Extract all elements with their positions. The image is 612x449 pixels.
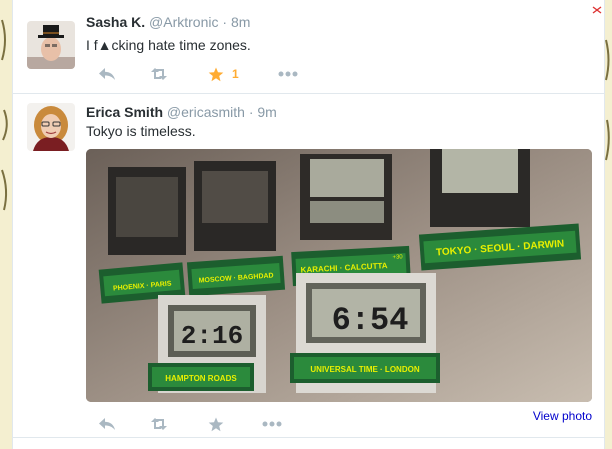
avatar-image bbox=[27, 21, 75, 69]
tweet-photo[interactable]: PHOENIX · PARIS MOSCOW · BAGHDAD KARACHI… bbox=[86, 149, 592, 402]
reply-icon bbox=[99, 418, 115, 430]
avatar[interactable] bbox=[27, 21, 75, 69]
separator: · bbox=[248, 104, 254, 120]
clocks-photo: PHOENIX · PARIS MOSCOW · BAGHDAD KARACHI… bbox=[86, 149, 592, 402]
retweet-icon bbox=[151, 68, 167, 80]
timestamp[interactable]: 8m bbox=[231, 14, 250, 30]
favorite-icon bbox=[208, 417, 224, 431]
user-handle[interactable]: @ericasmith bbox=[167, 104, 245, 120]
clock-reading-right: 6:54 bbox=[332, 302, 409, 339]
favorite-button[interactable] bbox=[208, 414, 224, 434]
clock-reading-left: 2:16 bbox=[181, 321, 243, 351]
more-icon bbox=[262, 421, 282, 427]
tweet[interactable]: Sasha K. @Arktronic · 8m I f▲cking hate … bbox=[13, 0, 604, 94]
reply-icon bbox=[99, 68, 115, 80]
view-photo-link[interactable]: View photo bbox=[533, 409, 592, 423]
tweet-header: Sasha K. @Arktronic · 8m bbox=[86, 14, 250, 30]
timeline: Sasha K. @Arktronic · 8m I f▲cking hate … bbox=[12, 0, 605, 449]
retweet-icon bbox=[151, 418, 167, 430]
more-button[interactable] bbox=[278, 64, 298, 84]
reply-button[interactable] bbox=[98, 64, 116, 84]
favorite-button[interactable]: 1 bbox=[208, 64, 239, 84]
tweet-text: I f▲cking hate time zones. bbox=[86, 37, 251, 53]
tweet[interactable]: Erica Smith @ericasmith · 9m Tokyo is ti… bbox=[13, 94, 604, 438]
favorite-count: 1 bbox=[232, 67, 239, 81]
avatar-image bbox=[27, 103, 75, 151]
retweet-button[interactable] bbox=[150, 414, 172, 434]
timestamp[interactable]: 9m bbox=[257, 104, 276, 120]
label-universal-time-london: UNIVERSAL TIME · LONDON bbox=[310, 365, 419, 374]
reply-button[interactable] bbox=[98, 414, 116, 434]
user-handle[interactable]: @Arktronic bbox=[149, 14, 218, 30]
tweet-header: Erica Smith @ericasmith · 9m bbox=[86, 104, 277, 120]
more-button[interactable] bbox=[262, 414, 282, 434]
avatar[interactable] bbox=[27, 103, 75, 151]
display-name[interactable]: Erica Smith bbox=[86, 104, 163, 120]
label-hampton-roads: HAMPTON ROADS bbox=[165, 374, 237, 383]
tweet-text: Tokyo is timeless. bbox=[86, 123, 196, 139]
more-icon bbox=[278, 71, 298, 77]
favorite-icon bbox=[208, 67, 224, 81]
separator: · bbox=[222, 14, 228, 30]
retweet-button[interactable] bbox=[150, 64, 172, 84]
offset-badge: +30 bbox=[392, 254, 403, 261]
display-name[interactable]: Sasha K. bbox=[86, 14, 145, 30]
